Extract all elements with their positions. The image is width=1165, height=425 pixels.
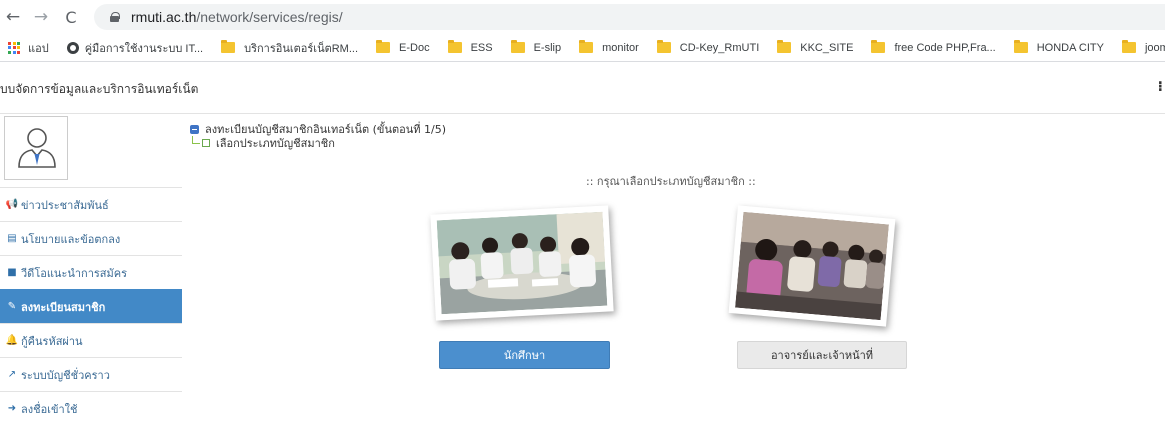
tree-connector-icon (192, 136, 200, 144)
bookmark-item[interactable]: E-Doc (376, 40, 430, 54)
bookmark-item[interactable]: joomla (1121, 40, 1165, 54)
globe-icon (66, 41, 79, 54)
bookmark-label: E-Doc (399, 41, 430, 54)
bookmark-item[interactable]: คู่มือการใช้งานระบบ IT... (66, 39, 204, 57)
sidebar-item-label: ระบบบัญชีชั่วคราว (21, 368, 110, 382)
student-photo[interactable] (430, 205, 614, 321)
sidebar-item-label: ข่าวประชาสัมพันธ์ (21, 198, 109, 212)
bookmark-label: HONDA CITY (1036, 41, 1104, 54)
forward-arrow-icon[interactable]: → (30, 6, 52, 28)
bookmark-label: CD-Key_RmUTI (679, 41, 760, 54)
reload-icon[interactable]: C (60, 6, 82, 28)
folder-icon (376, 40, 391, 53)
staff-photo-image (735, 211, 889, 321)
sidebar-item[interactable]: ➜ ลงชื่อเข้าใช้ (0, 391, 182, 425)
folder-icon (777, 40, 792, 53)
video-camera-icon: ■ (7, 267, 17, 278)
bookmark-item[interactable]: HONDA CITY (1013, 40, 1104, 54)
sidebar-item[interactable]: 🔔 กู้คืนรหัสผ่าน (0, 323, 182, 357)
url-path: /network/services/regis/ (196, 9, 343, 25)
bookmark-label: E-slip (533, 41, 562, 54)
back-arrow-icon[interactable]: ← (2, 6, 24, 28)
staff-photo[interactable] (728, 205, 896, 327)
folder-icon (871, 40, 886, 53)
folder-icon (1121, 40, 1136, 53)
bookmarks-bar: แอป คู่มือการใช้งานระบบ IT... บริการอินเตอ… (0, 34, 1165, 62)
folder-icon (447, 40, 462, 53)
tree-leaf-icon (202, 139, 210, 147)
folder-icon (1013, 40, 1028, 53)
tree-node-icon (190, 124, 199, 134)
sidebar-menu: 📢 ข่าวประชาสัมพันธ์ ▤ นโยบายและข้อตกลง ■ วีดี… (0, 187, 182, 425)
folder-icon (579, 40, 594, 53)
sidebar-item-label: กู้คืนรหัสผ่าน (21, 334, 83, 348)
page-header: บบจัดการข้อมูลและบริการอินเทอร์เน็ต ⁝ (0, 62, 1165, 114)
substep-label: เลือกประเภทบัญชีสมาชิก (216, 137, 335, 150)
choose-heading: :: กรุณาเลือกประเภทบัญชีสมาชิก :: (586, 175, 756, 188)
bookmark-item[interactable]: free Code PHP,Fra... (871, 40, 996, 54)
bookmark-label: คู่มือการใช้งานระบบ IT... (84, 42, 204, 55)
substep-row: เลือกประเภทบัญชีสมาชิก (190, 136, 446, 150)
sidebar-item-label: นโยบายและข้อตกลง (21, 232, 121, 246)
bookmark-item[interactable]: ESS (447, 40, 493, 54)
bookmark-label: บริการอินเตอร์เน็ตRM... (244, 42, 359, 55)
url-host: rmuti.ac.th (131, 9, 197, 25)
sidebar-item[interactable]: 📢 ข่าวประชาสัมพันธ์ (0, 187, 182, 221)
breadcrumb: ลงทะเบียนบัญชีสมาชิกอินเทอร์เน็ต (ขั้นตอ… (190, 122, 446, 150)
folder-icon (221, 40, 236, 53)
bookmark-item[interactable]: บริการอินเตอร์เน็ตRM... (221, 39, 358, 57)
bookmark-item[interactable]: แอป (8, 39, 49, 57)
folder-icon (510, 40, 525, 53)
edit-icon: ✎ (7, 301, 17, 312)
staff-button[interactable]: อาจารย์และเจ้าหน้าที่ (737, 341, 907, 369)
sidebar-item[interactable]: ▤ นโยบายและข้อตกลง (0, 221, 182, 255)
url-text: rmuti.ac.th/network/services/regis/ (131, 9, 343, 25)
sidebar-item[interactable]: ↗ ระบบบัญชีชั่วคราว (0, 357, 182, 391)
bookmark-item[interactable]: CD-Key_RmUTI (656, 40, 760, 54)
folder-icon (656, 40, 671, 53)
sidebar-item[interactable]: ■ วีดีโอแนะนำการสมัคร (0, 255, 182, 289)
sidebar-item-label: วีดีโอแนะนำการสมัคร (21, 266, 128, 280)
bookmark-label: KKC_SITE (800, 41, 854, 54)
sidebar-item[interactable]: ✎ ลงทะเบียนสมาชิก (0, 289, 182, 323)
student-photo-image (436, 211, 608, 315)
bookmark-item[interactable]: monitor (579, 40, 639, 54)
user-profile-icon (18, 128, 56, 168)
bookmark-label: joomla (1144, 41, 1165, 54)
bookmark-label: free Code PHP,Fra... (894, 41, 996, 54)
bookmark-item[interactable]: E-slip (510, 40, 562, 54)
bookmark-label: แอป (28, 42, 49, 55)
document-icon: ▤ (7, 233, 17, 244)
address-bar[interactable]: rmuti.ac.th/network/services/regis/ (94, 4, 1165, 30)
page-title: บบจัดการข้อมูลและบริการอินเทอร์เน็ต (0, 82, 199, 96)
lock-icon (110, 12, 120, 22)
megaphone-icon: 📢 (5, 199, 19, 210)
avatar (4, 116, 68, 180)
sign-in-icon: ➜ (7, 403, 17, 414)
browser-toolbar: ← → C rmuti.ac.th/network/services/regis… (0, 0, 1165, 34)
bookmark-item[interactable]: KKC_SITE (777, 40, 854, 54)
more-menu-icon[interactable]: ⁝ (1158, 79, 1163, 95)
share-icon: ↗ (7, 369, 17, 380)
bookmark-label: ESS (470, 41, 493, 54)
student-button[interactable]: นักศึกษา (439, 341, 610, 369)
bookmark-label: monitor (602, 41, 639, 54)
apps-grid-icon (8, 41, 20, 54)
sidebar-item-label: ลงทะเบียนสมาชิก (21, 300, 106, 314)
sidebar: 📢 ข่าวประชาสัมพันธ์ ▤ นโยบายและข้อตกลง ■ วีดี… (0, 114, 182, 425)
sidebar-item-label: ลงชื่อเข้าใช้ (21, 402, 78, 416)
bell-icon: 🔔 (5, 335, 19, 346)
